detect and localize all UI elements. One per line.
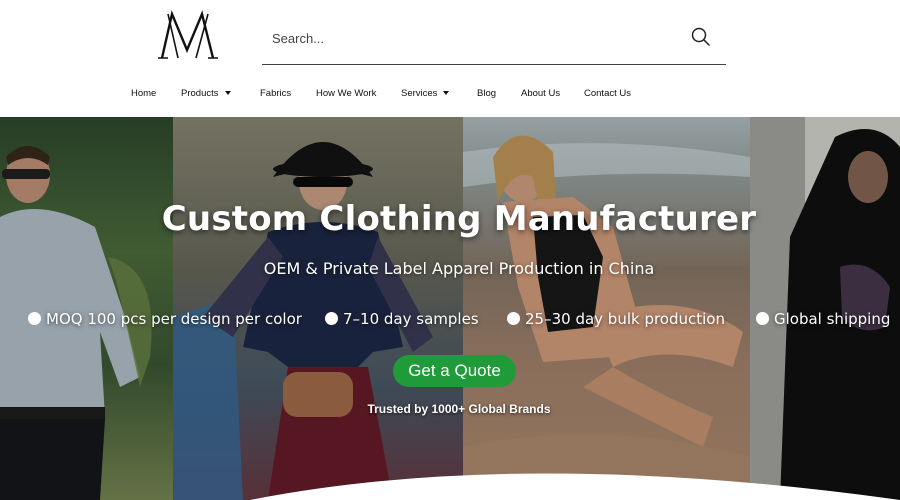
bottom-wave-divider [250, 473, 900, 500]
hero-subtitle: OEM & Private Label Apparel Production i… [263, 259, 655, 278]
bullet-text: 7–10 day samples [343, 310, 479, 328]
search-bar [262, 14, 726, 65]
logo-mark-icon [158, 10, 218, 59]
nav-label: Contact Us [584, 88, 631, 99]
nav-item-blog[interactable]: Blog [477, 88, 496, 99]
nav-item-about-us[interactable]: About Us [521, 88, 560, 99]
hero-bullet: 7–10 day samples [325, 310, 479, 328]
chevron-down-icon [443, 91, 450, 96]
bullet-dot-icon [507, 312, 520, 325]
nav-item-contact-us[interactable]: Contact Us [584, 88, 631, 99]
bullet-text: Global shipping [774, 310, 891, 328]
bullet-dot-icon [28, 312, 41, 325]
main-nav: Home Products Fabrics How We Work Servic… [0, 84, 900, 108]
nav-label: About Us [521, 88, 561, 99]
nav-label: Services [401, 88, 438, 99]
nav-item-fabrics[interactable]: Fabrics [260, 88, 291, 99]
bullet-text: 25–30 day bulk production [525, 310, 725, 328]
hero-title: Custom Clothing Manufacturer [161, 199, 757, 239]
nav-item-home[interactable]: Home [131, 88, 156, 99]
nav-item-how-we-work[interactable]: How We Work [316, 88, 376, 99]
bullet-dot-icon [756, 312, 769, 325]
nav-label: Products [181, 88, 219, 99]
hero-banner: Custom Clothing Manufacturer OEM & Priva… [0, 117, 900, 500]
logo[interactable] [156, 10, 220, 62]
hero-bullet: Global shipping [756, 310, 890, 328]
nav-item-products[interactable]: Products [181, 88, 231, 99]
nav-item-services[interactable]: Services [401, 88, 450, 99]
nav-label: Blog [477, 88, 497, 99]
bullet-dot-icon [325, 312, 338, 325]
get-a-quote-button[interactable]: Get a Quote [393, 355, 516, 387]
nav-label: How We Work [316, 88, 377, 99]
search-input[interactable] [272, 26, 672, 50]
search-icon[interactable] [690, 26, 712, 48]
site-header: Home Products Fabrics How We Work Servic… [0, 0, 900, 117]
hero-bullet: 25–30 day bulk production [507, 310, 725, 328]
chevron-down-icon [224, 91, 231, 96]
hero-bullet: MOQ 100 pcs per design per color [28, 310, 302, 328]
bullet-text: MOQ 100 pcs per design per color [46, 310, 302, 328]
trusted-by-text: Trusted by 1000+ Global Brands [367, 402, 551, 416]
nav-label: Fabrics [260, 88, 292, 99]
nav-label: Home [131, 88, 157, 99]
